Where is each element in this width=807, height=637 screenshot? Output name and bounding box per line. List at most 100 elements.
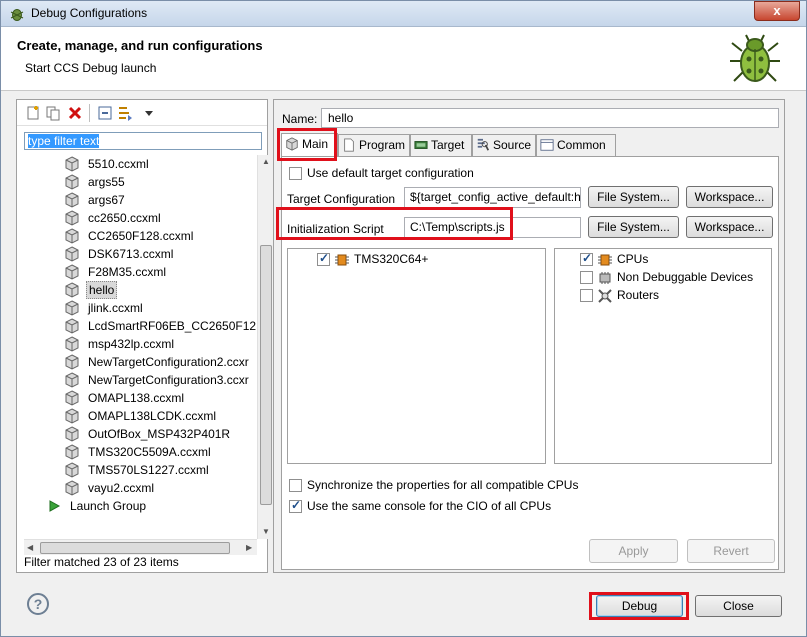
filter-input[interactable]: type filter text <box>24 132 262 150</box>
configuration-cube-icon <box>65 156 79 172</box>
debug-configurations-window: Debug Configurations x Create, manage, a… <box>0 0 807 637</box>
configuration-cube-icon <box>65 246 79 262</box>
header-title: Create, manage, and run configurations <box>17 38 263 53</box>
tree-item-label-selected: hello <box>86 281 118 299</box>
filter-placeholder-text: type filter text <box>28 134 100 148</box>
non-debuggable-filter-label: Non Debuggable Devices <box>617 270 754 284</box>
scroll-up-arrow-icon[interactable]: ▲ <box>262 157 270 166</box>
program-page-icon <box>344 138 354 152</box>
debug-bug-icon <box>730 34 780 82</box>
same-console-label: Use the same console for the CIO of all … <box>307 499 552 513</box>
tree-horizontal-scrollbar[interactable]: ◀ ▶ <box>24 539 257 555</box>
tree-item-label: jlink.ccxml <box>88 301 143 315</box>
cpu-chip-icon <box>335 254 349 266</box>
vertical-scroll-thumb[interactable] <box>260 245 272 505</box>
configuration-cube-icon <box>65 426 79 442</box>
scroll-down-arrow-icon[interactable]: ▼ <box>262 527 270 536</box>
configuration-cube-icon <box>65 480 79 496</box>
toolbar-separator <box>89 104 90 122</box>
configuration-cube-icon <box>65 318 79 334</box>
tree-item-label: args55 <box>88 175 125 189</box>
tab-bar: Main Program Target Source Common <box>281 133 779 157</box>
tree-item-label: args67 <box>88 193 125 207</box>
tab-target[interactable]: Target <box>410 134 472 156</box>
main-tab-content: Use default target configuration Target … <box>281 156 779 570</box>
bug-app-icon <box>10 9 24 21</box>
tree-item-label: OMAPL138.ccxml <box>88 391 185 405</box>
filter-icon[interactable] <box>117 105 133 121</box>
view-menu-chevron-icon[interactable] <box>141 105 157 121</box>
tab-label: Target <box>431 138 465 152</box>
synchronize-properties-label: Synchronize the properties for all compa… <box>307 478 579 492</box>
tree-item-label: 5510.ccxml <box>88 157 149 171</box>
scroll-right-arrow-icon[interactable]: ▶ <box>246 543 252 552</box>
collapse-all-icon[interactable] <box>97 105 113 121</box>
target-file-system-button[interactable]: File System... <box>588 186 679 208</box>
tree-item-label: cc2650.ccxml <box>88 211 161 225</box>
configuration-cube-icon <box>65 408 79 424</box>
tab-program[interactable]: Program <box>338 134 410 156</box>
window-close-button[interactable]: x <box>754 1 800 21</box>
tree-item-label: LcdSmartRF06EB_CC2650F128 <box>88 319 256 333</box>
same-console-checkbox[interactable] <box>289 498 302 513</box>
tree-item-label: NewTargetConfiguration2.ccxr <box>88 355 249 369</box>
target-board-icon <box>414 141 428 149</box>
tab-label: Main <box>302 137 329 151</box>
configuration-cube-icon <box>65 264 79 280</box>
configuration-cube-icon <box>65 282 79 298</box>
synchronize-properties-checkbox[interactable] <box>289 479 302 492</box>
tree-item-label: F28M35.ccxml <box>88 265 167 279</box>
tree-item-label: DSK6713.ccxml <box>88 247 174 261</box>
non-debuggable-filter-checkbox[interactable] <box>580 271 593 284</box>
revert-button[interactable]: Revert <box>687 539 775 563</box>
configuration-editor-panel: Name: hello Main Program Target Source C… <box>273 99 785 573</box>
tab-label: Program <box>359 138 406 152</box>
initialization-script-field[interactable]: C:\Temp\scripts.js <box>404 217 581 238</box>
tab-label: Source <box>493 138 532 152</box>
routers-filter-checkbox[interactable] <box>580 289 593 302</box>
cpu-tree-item-label: TMS320C64+ <box>354 252 429 266</box>
debug-button[interactable]: Debug <box>596 595 683 617</box>
script-workspace-button[interactable]: Workspace... <box>686 216 773 238</box>
tab-source[interactable]: Source <box>472 134 536 156</box>
tab-label: Common <box>557 138 606 152</box>
tms320c64-checkbox[interactable] <box>317 251 330 266</box>
configuration-cube-icon <box>65 210 79 226</box>
name-label: Name: <box>282 112 318 126</box>
delete-icon[interactable] <box>67 105 83 121</box>
left-toolbar <box>17 100 267 126</box>
name-field[interactable]: hello <box>321 108 779 128</box>
configuration-cube-icon <box>65 462 79 478</box>
tree-item-label: TMS320C5509A.ccxml <box>88 445 211 459</box>
configuration-cube-icon <box>65 444 79 460</box>
target-configuration-field[interactable]: ${target_config_active_default:h <box>404 187 581 208</box>
duplicate-icon[interactable] <box>45 105 61 121</box>
tree-item-label: OMAPL138LCDK.ccxml <box>88 409 217 423</box>
use-default-target-checkbox[interactable] <box>289 167 302 180</box>
configuration-cube-icon <box>65 228 79 244</box>
launch-group-play-icon <box>49 500 61 512</box>
horizontal-scroll-thumb[interactable] <box>40 542 230 554</box>
help-icon[interactable]: ? <box>27 593 49 615</box>
tab-common[interactable]: Common <box>536 134 616 156</box>
tree-item-label: CC2650F128.ccxml <box>88 229 194 243</box>
tree-item-label: Launch Group <box>70 499 147 513</box>
cpus-filter-label: CPUs <box>617 252 649 266</box>
title-bar[interactable]: Debug Configurations x <box>1 1 806 27</box>
new-configuration-icon[interactable] <box>25 105 41 121</box>
tree-item-label: TMS570LS1227.ccxml <box>88 463 209 477</box>
cpu-filter-box: CPUs Non Debuggable Devices Routers <box>554 248 772 464</box>
header-subtitle: Start CCS Debug launch <box>25 61 157 75</box>
cpus-filter-checkbox[interactable] <box>580 251 593 266</box>
tab-main[interactable]: Main <box>281 133 338 157</box>
script-file-system-button[interactable]: File System... <box>588 216 679 238</box>
configurations-panel: type filter text 5510.ccxml args55 args6… <box>16 99 273 573</box>
close-button[interactable]: Close <box>695 595 782 617</box>
tree-item-label: OutOfBox_MSP432P401R <box>88 427 231 441</box>
tree-item-label: NewTargetConfiguration3.ccxr <box>88 373 249 387</box>
scroll-left-arrow-icon[interactable]: ◀ <box>27 543 33 552</box>
tree-item-label: msp432lp.ccxml <box>88 337 175 351</box>
target-workspace-button[interactable]: Workspace... <box>686 186 773 208</box>
apply-button[interactable]: Apply <box>589 539 678 563</box>
tree-vertical-scrollbar[interactable]: ▲ ▼ <box>257 155 273 539</box>
